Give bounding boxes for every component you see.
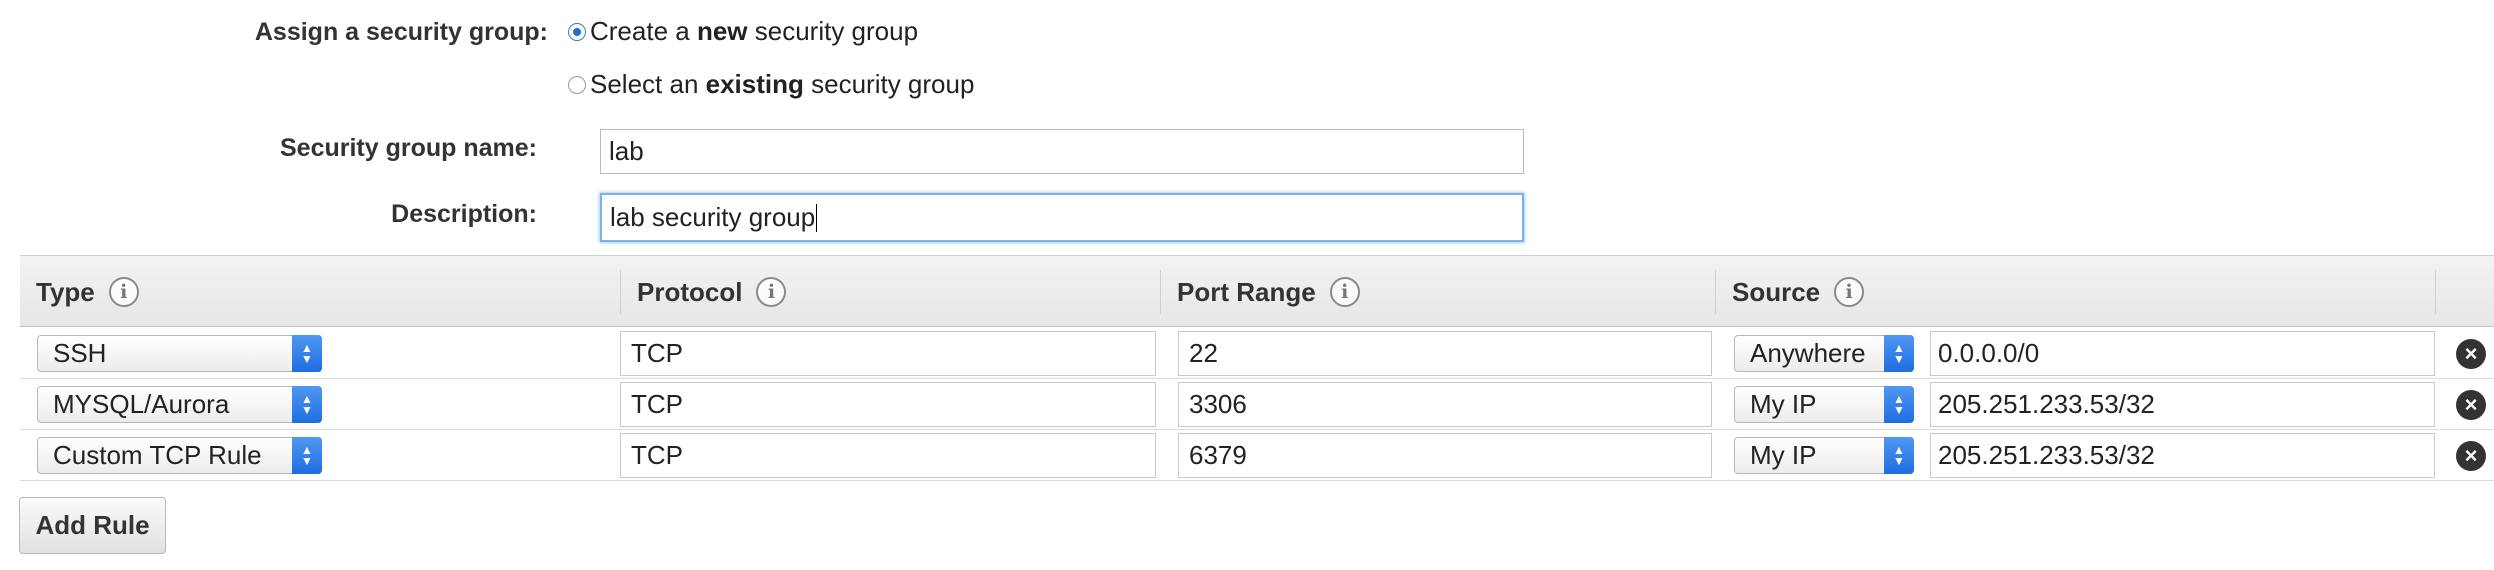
chevron-up-down-icon: ▲ ▼ [1884,386,1914,423]
source-select[interactable]: Anywhere ▲ ▼ [1734,335,1914,372]
radio-button-selected[interactable] [568,22,586,41]
source-select[interactable]: My IP ▲ ▼ [1734,437,1914,474]
source-select-value: Anywhere [1750,338,1866,368]
table-header: Type i Protocol i Port Range i Source i [20,255,2494,327]
info-icon[interactable]: i [108,277,139,307]
protocol-field: TCP [620,433,1156,478]
radio-create-new-group[interactable]: Create a new security group [568,16,918,47]
table-row: SSH ▲ ▼ TCP 22 Anywhere ▲ ▼ 0.0.0.0/0 × [20,328,2494,379]
type-select-value: MYSQL/Aurora [53,389,230,419]
remove-rule-icon[interactable]: × [2456,441,2486,471]
type-select-value: Custom TCP Rule [53,440,262,470]
source-cidr-input[interactable]: 205.251.233.53/32 [1930,433,2435,478]
port-range-input[interactable]: 22 [1178,331,1712,376]
source-cidr-value: 0.0.0.0/0 [1938,338,2040,368]
chevron-up-down-icon: ▲ ▼ [292,335,322,372]
description-value: lab security group [610,202,816,232]
remove-rule-icon[interactable]: × [2456,339,2486,369]
security-group-name-value: lab [609,136,644,166]
port-range-value: 6379 [1189,440,1247,470]
column-header-source: Source i [1716,256,1865,328]
type-select[interactable]: Custom TCP Rule ▲ ▼ [37,437,322,474]
port-range-value: 22 [1189,338,1218,368]
source-cidr-value: 205.251.233.53/32 [1938,440,2155,470]
radio-button-unselected[interactable] [568,75,586,94]
chevron-up-down-icon: ▲ ▼ [1884,335,1914,372]
security-group-name-input[interactable]: lab [600,129,1524,174]
source-cidr-input[interactable]: 0.0.0.0/0 [1930,331,2435,376]
source-select-value: My IP [1750,440,1817,470]
port-range-input[interactable]: 3306 [1178,382,1712,427]
add-rule-button[interactable]: Add Rule [19,497,166,554]
radio-select-existing-group[interactable]: Select an existing security group [568,69,974,100]
column-header-source-label: Source [1732,276,1821,307]
description-label: Description: [391,200,537,228]
chevron-up-down-icon: ▲ ▼ [292,386,322,423]
chevron-up-down-icon: ▲ ▼ [292,437,322,474]
protocol-value: TCP [631,389,683,419]
description-input[interactable]: lab security group [600,193,1524,242]
protocol-value: TCP [631,440,683,470]
port-range-input[interactable]: 6379 [1178,433,1712,478]
source-select-value: My IP [1750,389,1817,419]
port-range-value: 3306 [1189,389,1247,419]
inbound-rules-table: Type i Protocol i Port Range i Source i … [20,255,2494,482]
info-icon[interactable]: i [756,277,787,307]
column-header-type: Type i [20,256,139,328]
column-header-port-range-label: Port Range [1177,276,1316,307]
type-select[interactable]: SSH ▲ ▼ [37,335,322,372]
security-group-name-label: Security group name: [280,134,537,162]
text-cursor [816,203,818,232]
info-icon[interactable]: i [1834,277,1865,307]
protocol-field: TCP [620,382,1156,427]
type-select[interactable]: MYSQL/Aurora ▲ ▼ [37,386,322,423]
protocol-field: TCP [620,331,1156,376]
radio-label-create-new: Create a new security group [590,16,919,46]
source-cidr-input[interactable]: 205.251.233.53/32 [1930,382,2435,427]
column-header-type-label: Type [36,276,95,307]
remove-rule-icon[interactable]: × [2456,390,2486,420]
radio-label-select-existing: Select an existing security group [590,69,975,99]
chevron-up-down-icon: ▲ ▼ [1884,437,1914,474]
type-select-value: SSH [53,338,107,368]
table-row: Custom TCP Rule ▲ ▼ TCP 6379 My IP ▲ ▼ 205… [20,430,2494,481]
column-divider [2435,270,2436,314]
source-select[interactable]: My IP ▲ ▼ [1734,386,1914,423]
assign-security-group-label: Assign a security group: [254,18,548,46]
table-row: MYSQL/Aurora ▲ ▼ TCP 3306 My IP ▲ ▼ 205.25… [20,379,2494,430]
column-header-protocol-label: Protocol [637,276,743,307]
add-rule-button-label: Add Rule [35,510,150,540]
protocol-value: TCP [631,338,683,368]
column-header-port-range: Port Range i [1161,256,1360,328]
info-icon[interactable]: i [1329,277,1360,307]
column-header-protocol: Protocol i [621,256,787,328]
source-cidr-value: 205.251.233.53/32 [1938,389,2155,419]
